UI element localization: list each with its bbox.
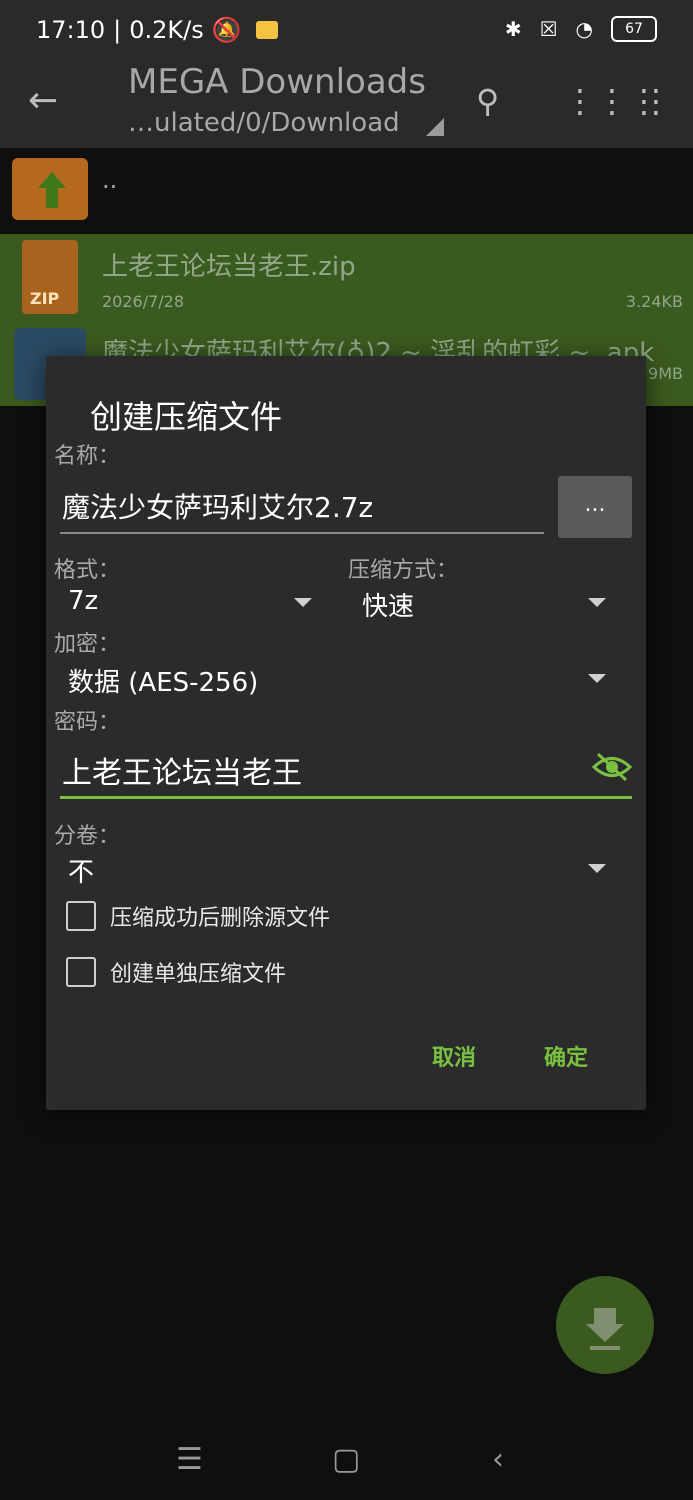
create-archive-dialog: 创建压缩文件 名称： 魔法少女萨玛利艾尔2.7z ... 格式： 7z 压缩方式… — [46, 356, 646, 1110]
parent-folder-row[interactable]: .. — [0, 148, 693, 234]
download-fab-button[interactable] — [556, 1276, 654, 1374]
delete-source-label: 压缩成功后删除源文件 — [110, 906, 331, 931]
password-label: 密码： — [54, 710, 121, 735]
battery-icon: 67 — [611, 16, 657, 42]
format-select[interactable]: 7z — [68, 586, 98, 616]
menu-icon[interactable]: ☰ — [176, 1442, 203, 1477]
eye-off-icon[interactable] — [592, 750, 632, 784]
encryption-dropdown-icon[interactable] — [588, 674, 606, 683]
parent-folder-label: .. — [102, 166, 118, 194]
format-dropdown-icon[interactable] — [294, 598, 312, 607]
status-left: 17:10 | 0.2K/s 🔕 — [36, 16, 278, 44]
archive-name-value: 魔法少女萨玛利艾尔2.7z — [62, 491, 374, 524]
dialog-title: 创建压缩文件 — [90, 398, 283, 436]
split-label: 分卷： — [54, 824, 121, 849]
path-dropdown-icon[interactable] — [426, 118, 444, 136]
system-nav-bar: ☰ ▢ ‹ — [0, 1414, 693, 1500]
cancel-button[interactable]: 取消 — [432, 1040, 476, 1072]
password-value: 上老王论坛当老王 — [62, 756, 302, 791]
status-time: 17:10 — [36, 16, 106, 44]
search-icon[interactable]: ⚲ — [476, 82, 499, 120]
split-select[interactable]: 不 — [68, 852, 94, 889]
delete-source-checkbox[interactable] — [66, 901, 96, 931]
name-label: 名称： — [54, 444, 121, 469]
separate-archives-checkbox[interactable] — [66, 957, 96, 987]
bell-off-icon: 🔕 — [211, 16, 242, 44]
separate-archives-checkbox-row[interactable]: 创建单独压缩文件 — [66, 956, 286, 988]
zip-icon-label: ZIP — [30, 289, 60, 308]
status-right: ✱ ☒ ◔ 67 — [505, 16, 657, 42]
folder-up-icon — [12, 158, 88, 220]
method-select[interactable]: 快速 — [362, 586, 414, 623]
delete-source-checkbox-row[interactable]: 压缩成功后删除源文件 — [66, 900, 330, 932]
split-dropdown-icon[interactable] — [588, 864, 606, 873]
battery-level: 67 — [625, 21, 643, 37]
file-date: 2026/7/28 — [102, 292, 185, 311]
file-size: 3.24KB — [625, 292, 683, 311]
encryption-select[interactable]: 数据 (AES-256) — [68, 662, 258, 699]
archive-name-input[interactable]: 魔法少女萨玛利艾尔2.7z — [60, 484, 544, 534]
password-input[interactable]: 上老王论坛当老王 — [60, 748, 632, 799]
separate-archives-label: 创建单独压缩文件 — [110, 962, 287, 987]
no-sim-icon: ☒ — [539, 17, 558, 41]
method-dropdown-icon[interactable] — [588, 598, 606, 607]
zip-file-icon: ZIP — [22, 240, 78, 314]
path-subtitle[interactable]: …ulated/0/Download — [128, 108, 400, 138]
more-options-icon[interactable]: ⋮ — [640, 82, 672, 120]
method-label: 压缩方式： — [348, 558, 459, 583]
app-bar: ← MEGA Downloads …ulated/0/Download ⚲ ⋮⋮… — [0, 60, 693, 148]
mail-icon — [255, 21, 278, 39]
back-arrow-icon[interactable]: ← — [28, 80, 58, 121]
encryption-label: 加密： — [54, 632, 121, 657]
browse-button[interactable]: ... — [558, 476, 632, 538]
status-separator: | — [113, 16, 122, 44]
format-label: 格式： — [54, 558, 121, 583]
list-item[interactable]: ZIP 上老王论坛当老王.zip 2026/7/28 3.24KB — [0, 234, 693, 320]
status-bar: 17:10 | 0.2K/s 🔕 ✱ ☒ ◔ 67 — [0, 0, 693, 60]
app-title: MEGA Downloads — [128, 62, 426, 102]
ok-button[interactable]: 确定 — [544, 1040, 588, 1072]
file-size: 9MB — [648, 364, 683, 383]
file-name: 上老王论坛当老王.zip — [102, 252, 356, 282]
back-icon[interactable]: ‹ — [492, 1442, 504, 1477]
wifi-icon: ◔ — [575, 17, 593, 41]
bluetooth-icon: ✱ — [504, 17, 522, 41]
home-icon[interactable]: ▢ — [332, 1442, 360, 1477]
network-speed: 0.2K/s — [129, 16, 204, 44]
